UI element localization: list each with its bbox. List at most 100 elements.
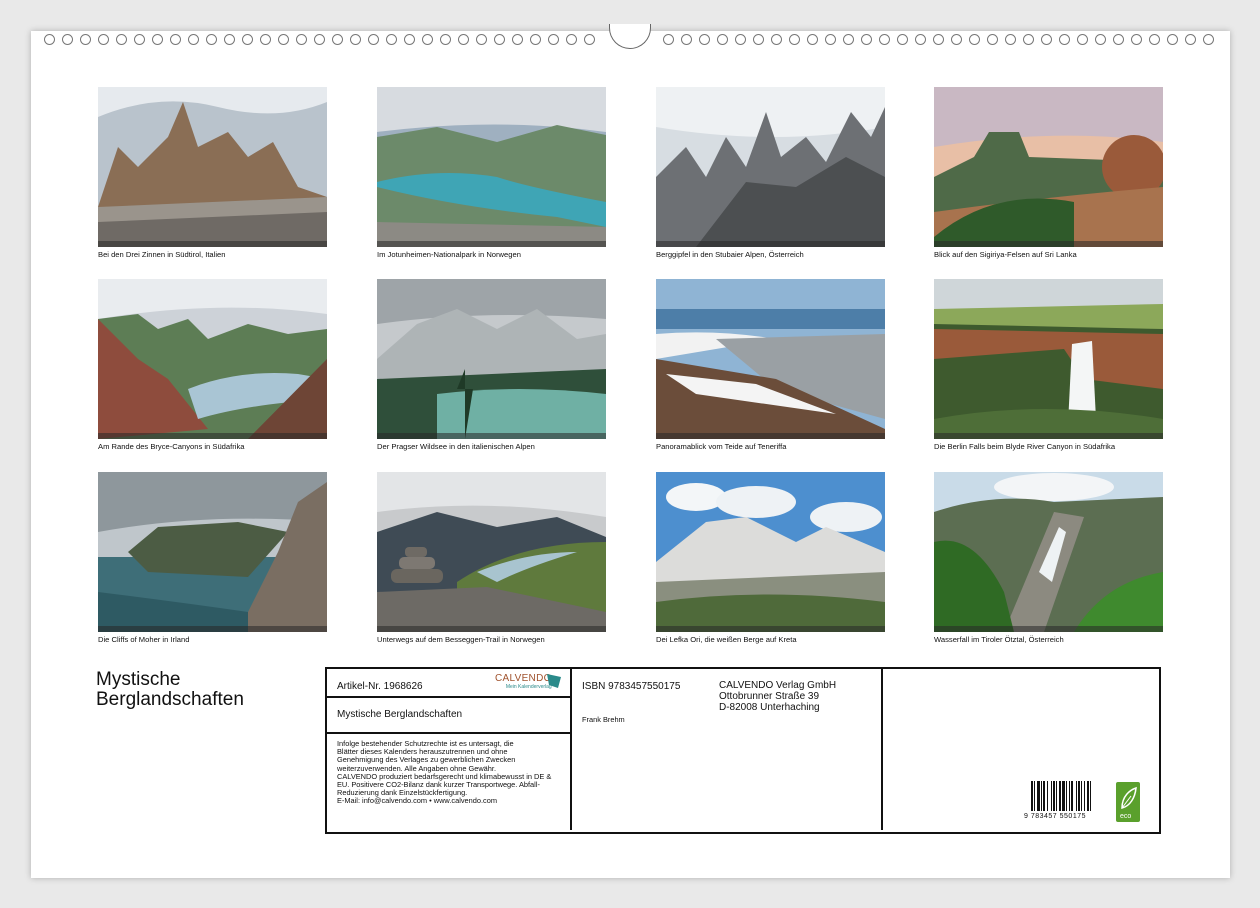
binding-hole [350,34,361,45]
binding-hole [332,34,343,45]
binding-hole [278,34,289,45]
binding-hole [224,34,235,45]
calendar-date-strip [98,241,327,247]
info-row-divider-2 [325,732,571,734]
binding-hole [188,34,199,45]
binding-hole [368,34,379,45]
binding-hole [663,34,674,45]
photo-card: Der Pragser Wildsee in den italienischen… [377,279,606,451]
binding-hole [987,34,998,45]
barcode [1031,781,1091,811]
binding-hole [1185,34,1196,45]
barcode-bar [1062,781,1065,811]
photo-caption: Blick auf den Sigiriya-Felsen auf Sri La… [934,250,1077,259]
barcode-bar [1043,781,1045,811]
barcode-bar [1076,781,1077,811]
calendar-date-strip [98,626,327,632]
binding-hole [1113,34,1124,45]
calendar-title: Mystische Berglandschaften [96,669,244,710]
binding-hole [242,34,253,45]
binding-hole [933,34,944,45]
photo-caption: Bei den Drei Zinnen in Südtirol, Italien [98,250,226,259]
landscape-photo [934,279,1163,439]
photo-card: Wasserfall im Tiroler Ötztal, Österreich [934,472,1163,644]
binding-hole [314,34,325,45]
photo-caption: Wasserfall im Tiroler Ötztal, Österreich [934,635,1064,644]
landscape-photo [377,472,606,632]
binding-hole [717,34,728,45]
binding-hole [1077,34,1088,45]
calendar-date-strip [656,241,885,247]
binding-hole [1203,34,1214,45]
binding-hole [260,34,271,45]
barcode-bar [1071,781,1073,811]
barcode-bar [1069,781,1070,811]
binding-hole [206,34,217,45]
binding-hole [1095,34,1106,45]
isbn: ISBN 9783457550175 [582,681,681,692]
binding-hole [152,34,163,45]
binding-hole [1059,34,1070,45]
binding-hole [879,34,890,45]
binding-hole [44,34,55,45]
author: Frank Brehm [582,715,625,724]
photo-card: Die Cliffs of Moher in Irland [98,472,327,644]
photo-card: Bei den Drei Zinnen in Südtirol, Italien [98,87,327,259]
barcode-bar [1051,781,1052,811]
legal-line: E-Mail: info@calvendo.com • www.calvendo… [337,796,498,806]
article-number: Artikel-Nr. 1968626 [337,681,423,692]
landscape-photo [934,472,1163,632]
landscape-photo [656,87,885,247]
photo-card: Dei Lefka Ori, die weißen Berge auf Kret… [656,472,885,644]
barcode-bar [1087,781,1089,811]
barcode-bar [1090,781,1091,811]
binding-hole [548,34,559,45]
photo-card: Berggipfel in den Stubaier Alpen, Österr… [656,87,885,259]
binding-hole [1167,34,1178,45]
calendar-date-strip [656,433,885,439]
publisher-line: D-82008 Unterhaching [719,702,820,713]
photo-card: Die Berlin Falls beim Blyde River Canyon… [934,279,1163,451]
landscape-photo [656,279,885,439]
calendar-date-strip [377,241,606,247]
barcode-bar [1066,781,1067,811]
binding-hole [699,34,710,45]
binding-hole [296,34,307,45]
photo-caption: Berggipfel in den Stubaier Alpen, Österr… [656,250,804,259]
info-col-divider-1 [570,667,572,830]
barcode-bar [1053,781,1055,811]
calendar-date-strip [934,626,1163,632]
binding-hole [1023,34,1034,45]
binding-hole [584,34,595,45]
binding-hole [440,34,451,45]
barcode-bar [1084,781,1085,811]
landscape-photo [98,472,327,632]
binding-hole [825,34,836,45]
photo-card: Im Jotunheimen-Nationalpark in Norwegen [377,87,606,259]
binding-hole [735,34,746,45]
photo-card: Blick auf den Sigiriya-Felsen auf Sri La… [934,87,1163,259]
photo-caption: Panoramablick vom Teide auf Teneriffa [656,442,787,451]
product-title: Mystische Berglandschaften [337,709,463,720]
calendar-date-strip [377,433,606,439]
photo-caption: Die Cliffs of Moher in Irland [98,635,190,644]
binding-hole [1131,34,1142,45]
binding-hole [789,34,800,45]
leaf-icon [1121,786,1137,809]
binding-hole [494,34,505,45]
photo-caption: Am Rande des Bryce-Canyons in Südafrika [98,442,245,451]
logo-text: CALVENDO [495,673,552,684]
binding-hole [422,34,433,45]
binding-hole [80,34,91,45]
photo-card: Am Rande des Bryce-Canyons in Südafrika [98,279,327,451]
binding-hole [1005,34,1016,45]
binding-hole [566,34,577,45]
info-row-divider-1 [325,696,571,698]
binding-hole [1149,34,1160,45]
binding-hole [98,34,109,45]
legal-notice: Infolge bestehender Schutzrechte ist es … [337,739,569,806]
binding-hole [116,34,127,45]
barcode-bar [1031,781,1033,811]
calendar-date-strip [377,626,606,632]
binding-hole [404,34,415,45]
